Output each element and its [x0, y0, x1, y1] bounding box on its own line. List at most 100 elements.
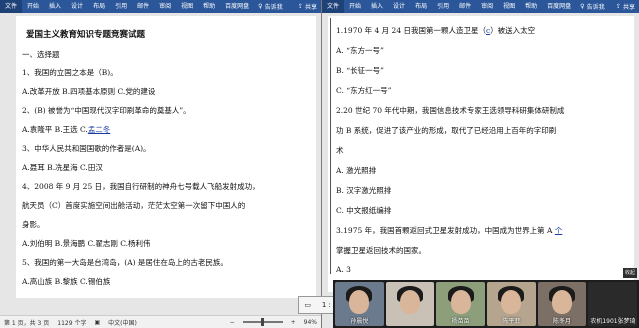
- tab-mailings[interactable]: 邮件: [132, 0, 154, 13]
- question-2: 2、(B) 被誉为“中国现代汉字印刷革命的奠基人”。: [22, 106, 191, 115]
- lightbulb-icon: ♀: [258, 3, 263, 10]
- tab-design[interactable]: 设计: [388, 0, 410, 13]
- participant-face: [552, 290, 573, 314]
- collapse-video-button[interactable]: 收起: [623, 268, 637, 278]
- tab-layout[interactable]: 布局: [88, 0, 110, 13]
- doc-title: 爱国主义教育知识专题竞赛试题: [26, 30, 146, 40]
- section-heading: 一、选择题: [22, 50, 60, 59]
- tab-insert[interactable]: 插入: [44, 0, 66, 13]
- participant-face: [400, 290, 420, 314]
- question-4-line2: 航天员（C）首度实施空间出舱活动，茫茫太空第一次留下中国人的: [22, 201, 246, 210]
- zoom-slider-thumb[interactable]: [260, 318, 264, 326]
- question-2-options: A.袁隆平 B.王选 C.孟二冬: [22, 124, 110, 135]
- r-question-3-underlined: 个: [554, 226, 563, 235]
- share-button[interactable]: ⇪ 共享: [612, 2, 639, 11]
- tab-view[interactable]: 视图: [498, 0, 520, 13]
- participant-name: 孙晨悦: [350, 318, 369, 325]
- question-5-options: A.高山族 B.黎族 C.锡伯族: [22, 277, 111, 286]
- tab-home[interactable]: 开始: [344, 0, 366, 13]
- r-question-2-option-a: A. 激光照排: [336, 166, 377, 175]
- tab-design[interactable]: 设计: [66, 0, 88, 13]
- participant-name: 陈平菲: [502, 318, 521, 325]
- r-question-2-option-b: B. 汉字激光照排: [336, 186, 392, 195]
- question-4-line1: 4、2008 年 9 月 25 日，我国自行研制的神舟七号载人飞船发射成功，: [22, 182, 260, 191]
- participant-tile[interactable]: 陈冬月: [537, 282, 587, 326]
- share-label: 共享: [622, 4, 635, 11]
- tab-baidu-netdisk[interactable]: 百度网盘: [542, 0, 576, 13]
- r-question-1: 1.1970 年 4 月 24 日我国第一颗人造卫星（c）被送入太空: [336, 25, 535, 36]
- question-5: 5、我国的第一大岛是台湾岛，(A) 是居住在岛上的古老民族。: [22, 258, 228, 267]
- word-count[interactable]: 1129 个字: [57, 318, 86, 327]
- right-ribbon: 文件 开始 插入 设计 布局 引用 邮件 审阅 视图 帮助 百度网盘 ♀ 告诉我 …: [322, 0, 639, 13]
- question-1-options: A.改革开放 B.四项基本原则 C.党的建设: [22, 87, 156, 96]
- question-3-options: A.聂耳 B.冼星海 C.田汉: [22, 163, 103, 172]
- participant-face: [349, 290, 370, 314]
- tab-mailings[interactable]: 邮件: [454, 0, 476, 13]
- tab-review[interactable]: 审阅: [476, 0, 498, 13]
- left-ribbon: 文件 开始 插入 设计 布局 引用 邮件 审阅 视图 帮助 百度网盘 ♀ 告诉我 …: [0, 0, 321, 13]
- participant-tile[interactable]: 孙晨悦: [335, 282, 384, 326]
- tab-home[interactable]: 开始: [22, 0, 44, 13]
- zoom-in-button[interactable]: +: [291, 319, 296, 326]
- r-question-1-tail: ）被送入太空: [490, 26, 536, 35]
- tab-help[interactable]: 帮助: [198, 0, 220, 13]
- r-question-1-text: 1.1970 年 4 月 24 日我国第一颗人造卫星（: [336, 26, 486, 35]
- participant-tile[interactable]: 陈平菲: [487, 282, 536, 326]
- tab-baidu-netdisk[interactable]: 百度网盘: [220, 0, 254, 13]
- r-question-2-option-c: C. 中文报纸编排: [336, 206, 392, 215]
- share-icon: ⇪: [297, 3, 303, 10]
- share-button[interactable]: ⇪ 共享: [294, 2, 321, 11]
- left-word-window: 文件 开始 插入 设计 布局 引用 邮件 审阅 视图 帮助 百度网盘 ♀ 告诉我 …: [0, 0, 321, 328]
- tell-me[interactable]: ♀ 告诉我: [254, 2, 286, 11]
- participant-name: 农机1901张梦琦: [590, 318, 636, 325]
- zoom-popup-icon: ▭: [304, 301, 312, 309]
- tab-view[interactable]: 视图: [176, 0, 198, 13]
- tab-file[interactable]: 文件: [0, 0, 23, 13]
- participant-tile[interactable]: 杨苗苗: [436, 282, 486, 326]
- r-question-2-line3: 术: [336, 146, 344, 155]
- tab-references[interactable]: 引用: [432, 0, 454, 13]
- share-label: 共享: [304, 4, 317, 11]
- lightbulb-icon: ♀: [580, 3, 585, 10]
- margin-marker: [330, 18, 331, 274]
- page-count[interactable]: 第 1 页，共 3 页: [4, 318, 49, 327]
- video-participants-strip: 孙晨悦 杨苗苗 陈平菲 陈冬月 农机1901张梦琦: [333, 280, 639, 328]
- question-2-option-c: 孟二冬: [87, 125, 111, 134]
- left-status-bar: 第 1 页，共 3 页 1129 个字 ▣ 中文(中国) − + 94%: [0, 315, 321, 328]
- tab-file[interactable]: 文件: [322, 0, 345, 13]
- question-4-options: A.刘伯明 B.景海鹏 C.翟志刚 C.杨利伟: [22, 239, 151, 248]
- r-question-3-line2: 掌握卫星返回技术的国家。: [336, 246, 426, 255]
- tab-insert[interactable]: 插入: [366, 0, 388, 13]
- r-question-2-line1: 2.20 世纪 70 年代中期，我国信息技术专家王选领导科研集体研制成: [336, 106, 565, 115]
- question-1: 1、我国的立国之本是（B)。: [22, 68, 118, 77]
- tab-review[interactable]: 审阅: [154, 0, 176, 13]
- document-page-right[interactable]: 1.1970 年 4 月 24 日我国第一颗人造卫星（c）被送入太空 A. “东…: [328, 16, 634, 292]
- r-question-3-text: 3.1975 年，我国首颗返回式卫星发射成功，中国成为世界上第 A: [336, 226, 555, 235]
- question-3: 3、中华人民共和国国歌的作者是(A)。: [22, 144, 151, 153]
- participant-name: 陈冬月: [553, 318, 572, 325]
- participant-face: [501, 290, 522, 314]
- document-page-left[interactable]: 爱国主义教育知识专题竞赛试题 一、选择题 1、我国的立国之本是（B)。 A.改革…: [16, 16, 316, 298]
- right-word-window: 文件 开始 插入 设计 布局 引用 邮件 审阅 视图 帮助 百度网盘 ♀ 告诉我 …: [321, 0, 639, 328]
- question-2-options-ab: A.袁隆平 B.王选 C.: [22, 125, 88, 134]
- question-4-line3: 身影。: [22, 220, 45, 229]
- r-question-3-option-a: A. 3: [336, 265, 351, 274]
- participant-tile[interactable]: 农机1901张梦琦: [588, 282, 638, 326]
- proofing-icon[interactable]: ▣: [94, 319, 100, 326]
- share-icon: ⇪: [615, 3, 621, 10]
- participant-tile[interactable]: [385, 282, 435, 326]
- zoom-level[interactable]: 94%: [304, 319, 317, 326]
- r-question-1-option-a: A. “东方一号”: [336, 46, 384, 55]
- language[interactable]: 中文(中国): [108, 318, 137, 327]
- r-question-3-line1: 3.1975 年，我国首颗返回式卫星发射成功，中国成为世界上第 A 个: [336, 225, 562, 236]
- tell-me-label: 告诉我: [586, 4, 605, 11]
- tab-help[interactable]: 帮助: [520, 0, 542, 13]
- tab-layout[interactable]: 布局: [410, 0, 432, 13]
- tell-me[interactable]: ♀ 告诉我: [576, 2, 608, 11]
- tell-me-label: 告诉我: [264, 4, 283, 11]
- participant-name: 杨苗苗: [451, 318, 470, 325]
- zoom-out-button[interactable]: −: [230, 319, 235, 326]
- tab-references[interactable]: 引用: [110, 0, 132, 13]
- participant-face: [450, 290, 471, 314]
- zoom-slider[interactable]: [242, 318, 283, 326]
